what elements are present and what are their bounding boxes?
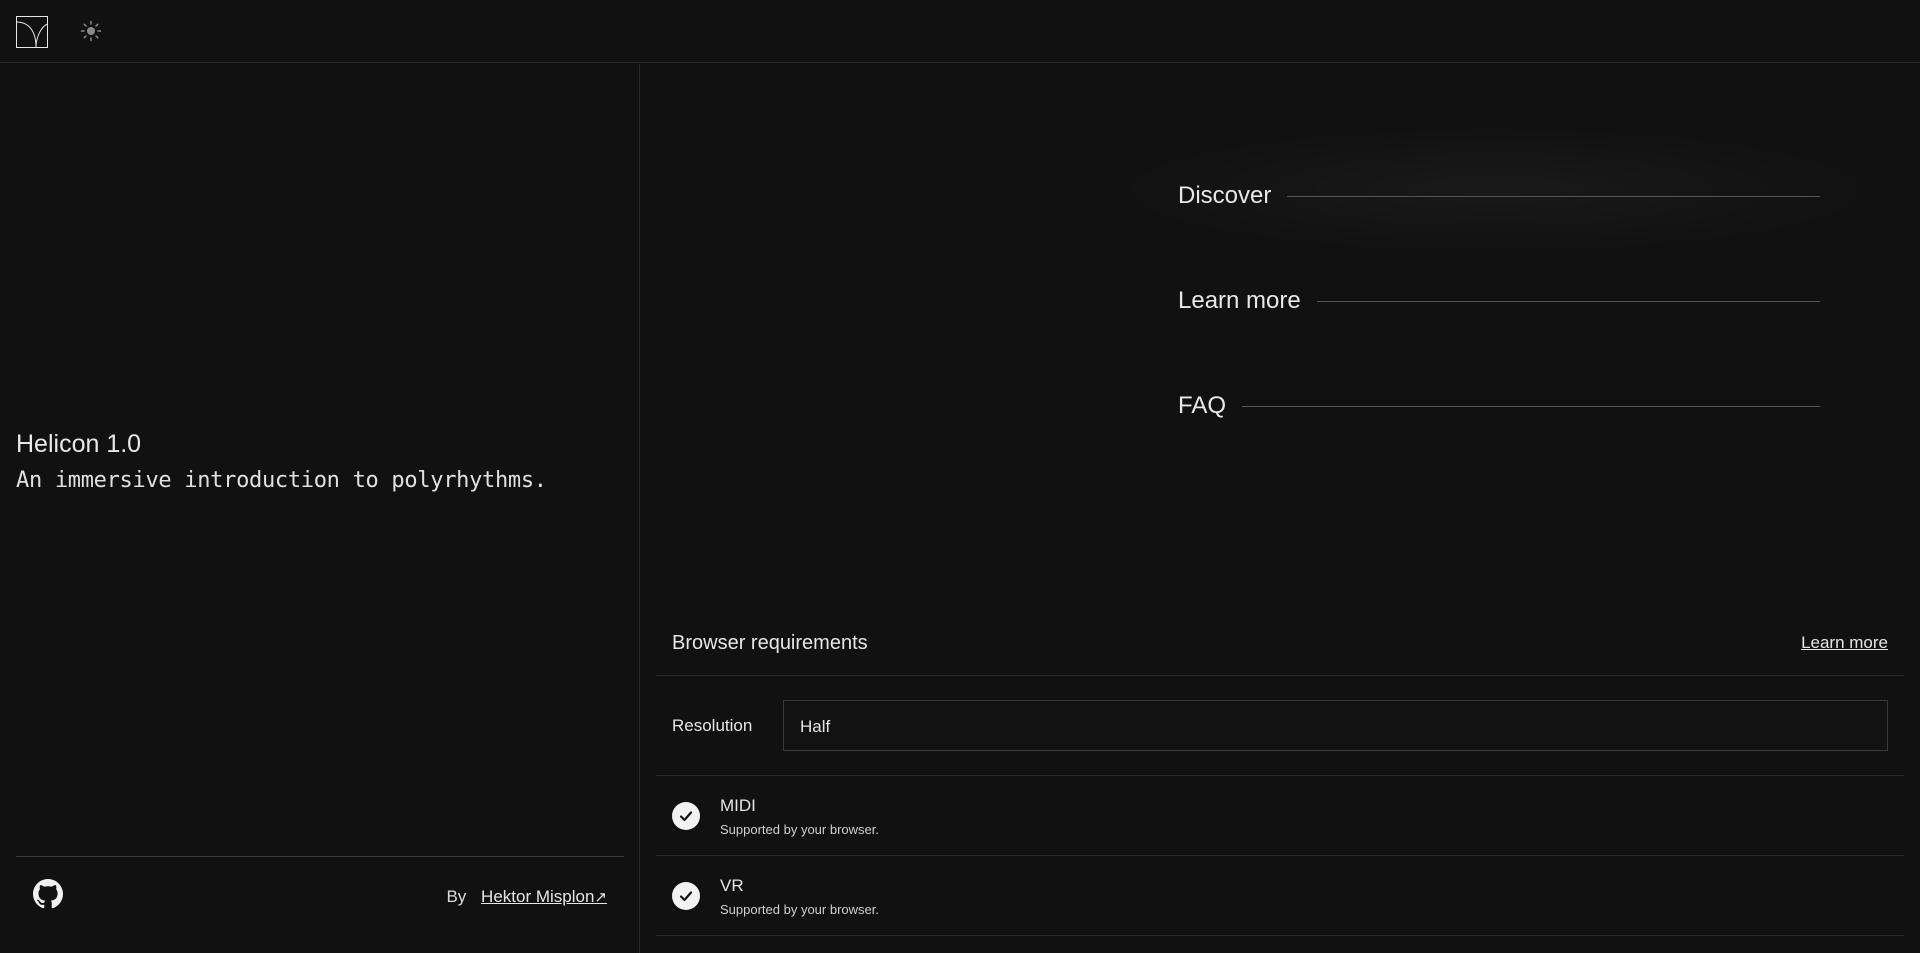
intro-pane: Helicon 1.0 An immersive introduction to… bbox=[0, 64, 640, 953]
top-bar bbox=[0, 0, 1920, 63]
by-label: By bbox=[446, 887, 467, 906]
intro-footer: By Hektor Misplon↗ bbox=[16, 856, 624, 936]
author-link[interactable]: Hektor Misplon↗ bbox=[481, 887, 607, 906]
feature-name: MIDI bbox=[720, 796, 756, 815]
feature-name: VR bbox=[720, 876, 744, 895]
resolution-label: Resolution bbox=[672, 716, 753, 735]
app-title: Helicon 1.0 bbox=[16, 430, 142, 458]
nav-faq-label: FAQ bbox=[1178, 392, 1227, 419]
feature-status: Supported by your browser. bbox=[720, 902, 879, 917]
requirements-learn-more-link[interactable]: Learn more bbox=[1801, 633, 1888, 653]
feature-status: Supported by your browser. bbox=[720, 822, 879, 837]
main-nav: Discover Learn more FAQ bbox=[1130, 130, 1860, 450]
nav-faq[interactable]: FAQ bbox=[1178, 386, 1820, 426]
nav-discover-label: Discover bbox=[1178, 182, 1272, 209]
sun-icon bbox=[80, 20, 102, 47]
external-link-icon: ↗ bbox=[594, 889, 607, 906]
resolution-row: Resolution Half bbox=[656, 676, 1904, 776]
resolution-value: Half bbox=[800, 717, 831, 736]
nav-discover[interactable]: Discover bbox=[1178, 176, 1820, 216]
author-byline: By Hektor Misplon↗ bbox=[446, 887, 607, 907]
resolution-select[interactable]: Half bbox=[783, 700, 1888, 751]
nav-learn-more-label: Learn more bbox=[1178, 287, 1301, 314]
github-icon[interactable] bbox=[33, 879, 63, 909]
author-name: Hektor Misplon bbox=[481, 887, 595, 906]
nav-line bbox=[1242, 405, 1820, 407]
feature-row-midi: MIDI Supported by your browser. bbox=[656, 776, 1904, 856]
requirements-title: Browser requirements bbox=[672, 632, 868, 654]
feature-row-vr: VR Supported by your browser. bbox=[656, 856, 1904, 936]
theme-toggle-button[interactable] bbox=[78, 20, 104, 46]
app-tagline: An immersive introduction to polyrhythms… bbox=[16, 468, 547, 493]
browser-requirements-panel: Browser requirements Learn more Resoluti… bbox=[656, 612, 1904, 937]
helicon-logo-icon[interactable] bbox=[16, 16, 48, 48]
requirements-header: Browser requirements Learn more bbox=[656, 612, 1904, 676]
nav-learn-more[interactable]: Learn more bbox=[1178, 281, 1820, 321]
check-icon bbox=[672, 802, 700, 830]
check-icon bbox=[672, 882, 700, 910]
nav-line bbox=[1287, 195, 1820, 197]
nav-line bbox=[1316, 300, 1820, 302]
